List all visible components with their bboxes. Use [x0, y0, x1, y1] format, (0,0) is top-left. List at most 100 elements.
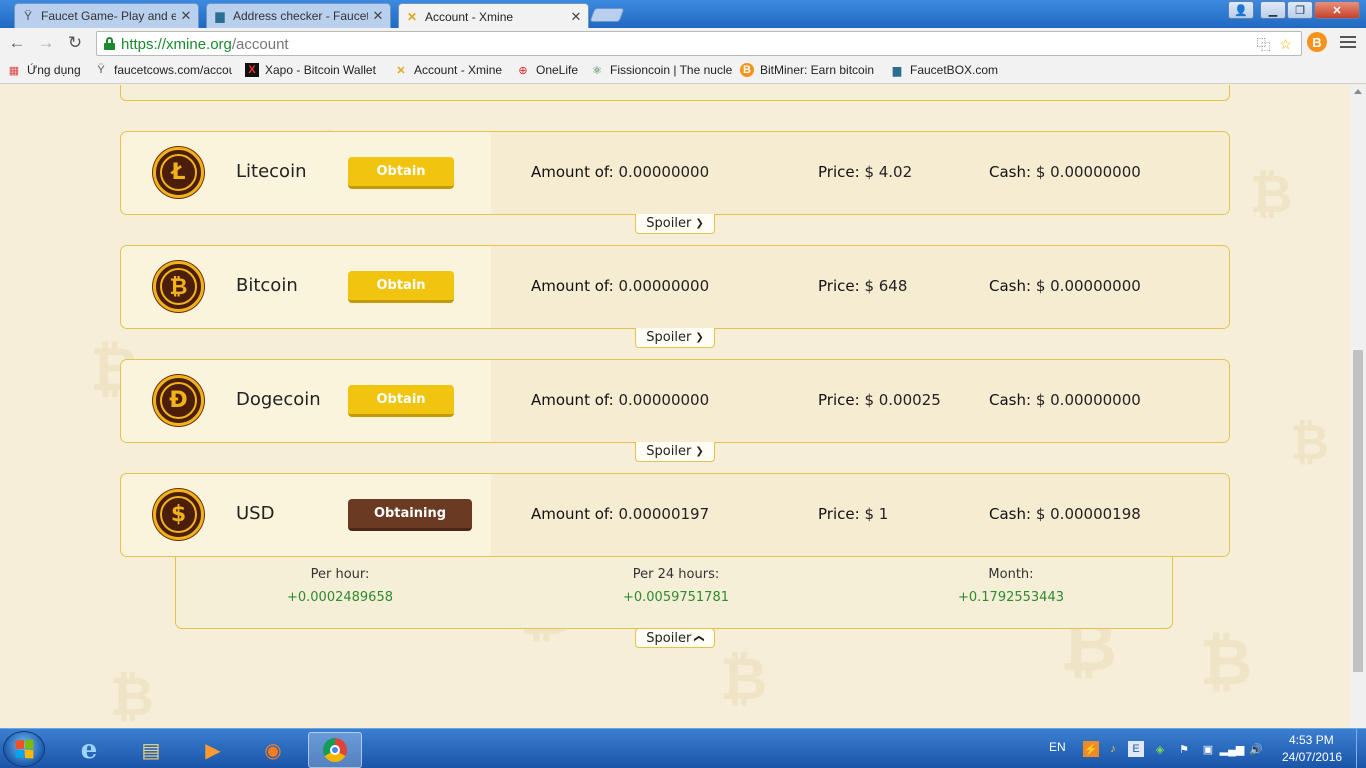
tray-document-icon[interactable]: E — [1128, 741, 1144, 757]
coin-name: Dogecoin — [236, 389, 321, 410]
cash-stat: Cash: $ 0.00000198 — [989, 505, 1141, 523]
chevron-down-icon: ❯ — [695, 218, 704, 229]
amount-stat: Amount of: 0.00000000 — [531, 277, 710, 295]
litecoin-icon: Ł — [153, 147, 204, 198]
forward-arrow-icon[interactable]: → — [36, 33, 56, 53]
background-bitcoin-icon: ₿ — [1200, 626, 1253, 700]
bookmark-onelife[interactable]: ⊕ OneLife — [516, 63, 578, 77]
chevron-down-icon: ❯ — [695, 332, 704, 343]
address-bar[interactable]: https://xmine.org/account ⿻ ☆ — [96, 31, 1302, 56]
tab-close-icon[interactable]: ✕ — [180, 8, 192, 24]
scroll-up-arrow-icon[interactable] — [1354, 89, 1362, 94]
obtain-button[interactable]: Obtain — [348, 385, 454, 417]
chevron-up-icon: ❯ — [694, 633, 706, 643]
bookmark-xapo[interactable]: X Xapo - Bitcoin Wallet — [245, 63, 381, 77]
back-arrow-icon[interactable]: ← — [7, 33, 27, 53]
price-stat: Price: $ 1 — [818, 505, 889, 523]
onelife-icon: ⊕ — [518, 64, 528, 77]
bookmark-bitminer[interactable]: B BitMiner: Earn bitcoin — [740, 63, 876, 77]
coin-row-dogecoin: Đ Dogecoin Obtain Amount of: 0.00000000 … — [120, 359, 1230, 443]
bookmark-faucetbox[interactable]: ▆ FaucetBOX.com — [890, 63, 998, 77]
tab-address-checker[interactable]: ▆ Address checker - FaucetB ✕ — [206, 3, 391, 28]
user-profile-icon[interactable]: 👤 — [1228, 1, 1254, 19]
translate-icon[interactable]: ⿻ — [1255, 36, 1272, 53]
coin-name: USD — [236, 503, 275, 524]
apps-grid-icon: ▦ — [8, 64, 20, 77]
language-indicator[interactable]: EN — [1049, 740, 1066, 754]
tray-flag-icon[interactable]: ⚑ — [1176, 741, 1192, 757]
firefox-icon[interactable]: ◉ — [246, 732, 300, 768]
tray-power-icon[interactable]: ▣ — [1200, 741, 1216, 757]
tray-app-icon[interactable]: ⚡ — [1083, 741, 1099, 757]
background-bitcoin-icon: ₿ — [720, 645, 768, 713]
close-window-button[interactable]: ✕ — [1314, 1, 1360, 19]
media-player-icon[interactable]: ▶ — [186, 732, 240, 768]
page-scrollbar[interactable] — [1350, 85, 1366, 728]
bookmarks-bar: ▦ Ứng dụng Ÿ faucetcows.com/accou X Xapo… — [0, 58, 1366, 84]
xmine-icon: ✕ — [406, 9, 418, 24]
cash-stat: Cash: $ 0.00000000 — [989, 277, 1141, 295]
earnings-month: Month: +0.1792553443 — [957, 567, 1064, 605]
bitcoin-extension-icon[interactable]: B — [1307, 32, 1327, 52]
maximize-button[interactable]: ❐ — [1287, 1, 1313, 19]
obtaining-button[interactable]: Obtaining — [348, 499, 472, 531]
spoiler-toggle[interactable]: Spoiler ❯ — [635, 628, 715, 648]
bookmark-xmine[interactable]: ✕ Account - Xmine — [394, 63, 502, 77]
chrome-taskbar-icon[interactable] — [308, 732, 362, 768]
bookmark-faucetcows[interactable]: Ÿ faucetcows.com/accou — [94, 63, 232, 77]
internet-explorer-icon[interactable]: e — [62, 732, 116, 768]
spoiler-toggle[interactable]: Spoiler ❯ — [635, 442, 715, 462]
earnings-panel: Per hour: +0.0002489658 Per 24 hours: +0… — [175, 557, 1173, 629]
coin-name: Bitcoin — [236, 275, 298, 296]
tab-close-icon[interactable]: ✕ — [372, 8, 384, 24]
previous-panel — [120, 85, 1230, 101]
url-text: https://xmine.org/account — [121, 36, 289, 53]
reload-icon[interactable]: ↻ — [65, 33, 85, 53]
bookmark-apps[interactable]: ▦ Ứng dụng — [7, 63, 81, 77]
tab-label: Faucet Game- Play and ea — [41, 9, 176, 23]
obtain-button[interactable]: Obtain — [348, 271, 454, 303]
amount-stat: Amount of: 0.00000000 — [531, 163, 710, 181]
bookmark-fissioncoin[interactable]: ⚛ Fissioncoin | The nucle — [590, 63, 746, 77]
amount-stat: Amount of: 0.00000197 — [531, 505, 710, 523]
obtain-button[interactable]: Obtain — [348, 157, 454, 189]
dogecoin-icon: Đ — [153, 375, 204, 426]
scrollbar-thumb[interactable] — [1353, 350, 1363, 672]
minimize-button[interactable]: ▁ — [1260, 1, 1286, 19]
coin-name: Litecoin — [236, 161, 307, 182]
price-stat: Price: $ 4.02 — [818, 163, 913, 181]
tray-network-icon[interactable]: ◈ — [1152, 741, 1168, 757]
bitcoin-icon: ₿ — [153, 261, 204, 312]
xapo-icon: X — [245, 63, 259, 77]
price-stat: Price: $ 0.00025 — [818, 391, 941, 409]
signal-bars-icon[interactable]: ▂▄▆ — [1220, 741, 1245, 757]
faucetcows-icon: Ÿ — [23, 9, 32, 23]
faucetbox-icon: ▆ — [215, 9, 225, 23]
windows-taskbar: e ▤ ▶ ◉ EN ⚡ ♪ E ◈ ⚑ ▣ ▂▄▆ 🔊 4:53 PM 24/… — [0, 728, 1366, 768]
chrome-menu-icon[interactable] — [1340, 34, 1356, 50]
new-tab-button[interactable] — [589, 8, 625, 22]
background-bitcoin-icon: ₿ — [1290, 415, 1330, 471]
file-explorer-icon[interactable]: ▤ — [124, 732, 178, 768]
tray-music-icon[interactable]: ♪ — [1105, 741, 1121, 757]
tab-faucet-game[interactable]: Ÿ Faucet Game- Play and ea ✕ — [14, 3, 199, 28]
fissioncoin-icon: ⚛ — [592, 64, 602, 77]
start-button[interactable] — [3, 731, 45, 767]
clock-time[interactable]: 4:53 PM — [1289, 733, 1334, 747]
spoiler-toggle[interactable]: Spoiler ❯ — [635, 214, 715, 234]
spoiler-toggle[interactable]: Spoiler ❯ — [635, 328, 715, 348]
amount-stat: Amount of: 0.00000000 — [531, 391, 710, 409]
tab-label: Address checker - FaucetB — [233, 9, 368, 23]
page-content: ₿ ₿ ₿ ₿ ₿ ₿ ₿ ₿ ₿ Ł Litecoin Obtain Amou… — [0, 85, 1350, 728]
show-desktop-button[interactable] — [1356, 729, 1366, 768]
windows-logo-icon — [15, 739, 34, 759]
cash-stat: Cash: $ 0.00000000 — [989, 391, 1141, 409]
background-bitcoin-icon: ₿ — [1250, 165, 1293, 225]
coin-row-bitcoin: ₿ Bitcoin Obtain Amount of: 0.00000000 P… — [120, 245, 1230, 329]
clock-date[interactable]: 24/07/2016 — [1282, 750, 1342, 764]
tab-close-icon[interactable]: ✕ — [570, 9, 582, 25]
earnings-per-hour: Per hour: +0.0002489658 — [286, 567, 393, 605]
tab-account-xmine[interactable]: ✕ Account - Xmine ✕ — [398, 3, 589, 29]
bookmark-star-icon[interactable]: ☆ — [1277, 36, 1294, 53]
volume-icon[interactable]: 🔊 — [1248, 741, 1264, 757]
